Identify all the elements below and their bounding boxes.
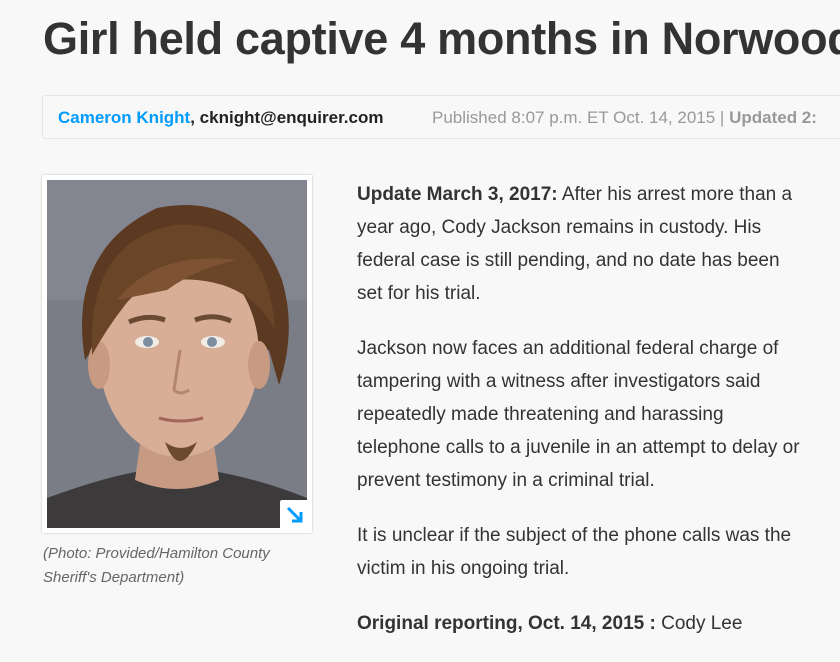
byline-bar: Cameron Knight, cknight@enquirer.com Pub…	[42, 95, 840, 139]
paragraph-original: Original reporting, Oct. 14, 2015 : Cody…	[357, 607, 840, 640]
article-headline: Girl held captive 4 months in Norwood	[43, 13, 840, 64]
line: It is unclear if the subject of the phon…	[357, 525, 792, 546]
paragraph-unclear: It is unclear if the subject of the phon…	[357, 519, 840, 585]
paragraph-lead: Original reporting, Oct. 14, 2015 :	[357, 613, 656, 634]
expand-arrow-icon	[286, 506, 303, 523]
photo-frame[interactable]	[42, 175, 312, 533]
line: After his arrest more than a	[557, 184, 793, 205]
line: repeatedly made threatening and harassin…	[357, 404, 724, 425]
line: Jackson now faces an additional federal …	[357, 338, 779, 359]
line: year ago, Cody Jackson remains in custod…	[357, 217, 762, 238]
line: prevent testimony in a criminal trial.	[357, 470, 655, 491]
line: telephone calls to a juvenile in an atte…	[357, 437, 800, 458]
paragraph-charge: Jackson now faces an additional federal …	[357, 332, 840, 497]
paragraph-update: Update March 3, 2017: After his arrest m…	[357, 178, 840, 310]
line: victim in his ongoing trial.	[357, 558, 570, 579]
article-body: Update March 3, 2017: After his arrest m…	[357, 178, 840, 662]
author-email[interactable]: , cknight@enquirer.com	[190, 108, 383, 127]
paragraph-lead: Update March 3, 2017:	[357, 184, 558, 205]
line: federal case is still pending, and no da…	[357, 250, 780, 271]
mugshot-image	[47, 180, 307, 528]
photo-caption: (Photo: Provided/Hamilton County Sheriff…	[43, 545, 270, 586]
author-name-link[interactable]: Cameron Knight	[58, 108, 190, 127]
line: set for his trial.	[357, 283, 481, 304]
updated-label: Updated 2:	[729, 108, 817, 127]
date-separator: |	[715, 108, 730, 127]
byline-dates: Published 8:07 p.m. ET Oct. 14, 2015 | U…	[432, 108, 817, 128]
line: Cody Lee	[655, 613, 743, 634]
byline-author: Cameron Knight, cknight@enquirer.com	[58, 108, 383, 128]
line: tampering with a witness after investiga…	[357, 371, 761, 392]
published-date: Published 8:07 p.m. ET Oct. 14, 2015	[432, 108, 716, 127]
expand-photo-button[interactable]	[280, 500, 309, 529]
